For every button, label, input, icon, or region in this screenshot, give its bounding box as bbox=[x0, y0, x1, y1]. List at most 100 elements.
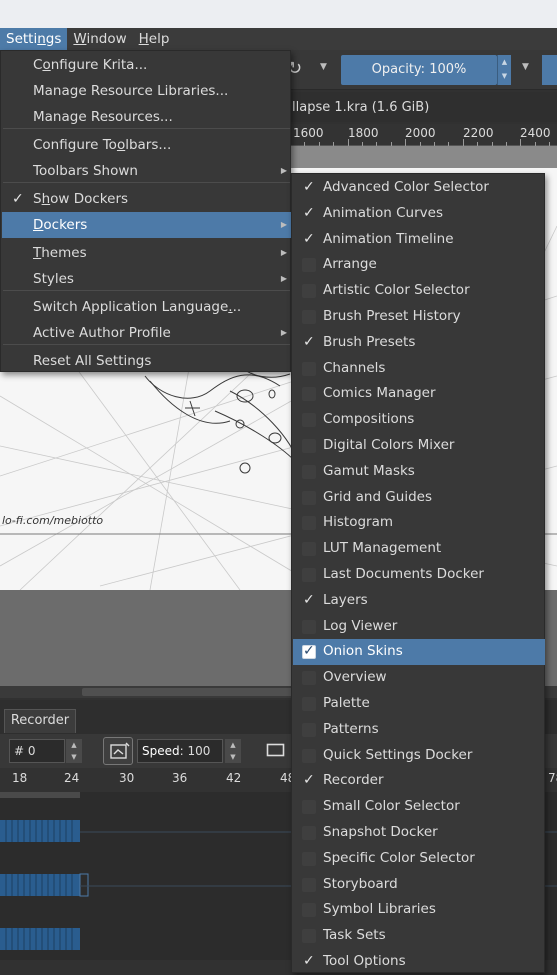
checkbox-icon bbox=[302, 439, 316, 453]
checkbox-icon bbox=[302, 619, 316, 634]
checkmark-icon: ✓ bbox=[303, 179, 315, 195]
menu-item-label: Snapshot Docker bbox=[323, 824, 438, 840]
menubar: Settings Window Help bbox=[0, 28, 557, 50]
settings-menu-item-active-author-profile[interactable]: Active Author Profile ▶ bbox=[2, 320, 291, 346]
dockers-menu-item-quick-settings-docker[interactable]: Quick Settings Docker bbox=[293, 743, 545, 769]
opacity-spinner[interactable]: ▲ ▼ bbox=[497, 55, 511, 85]
dockers-menu-item-lut-management[interactable]: LUT Management bbox=[293, 536, 545, 562]
ruler-tick bbox=[348, 139, 349, 146]
loop-button[interactable] bbox=[103, 737, 133, 765]
dockers-menu-item-storyboard[interactable]: Storyboard bbox=[293, 872, 545, 898]
frame-spinner[interactable]: ▲ ▼ bbox=[66, 739, 82, 763]
size-slider[interactable] bbox=[542, 55, 557, 85]
checkbox-icon bbox=[302, 826, 316, 840]
dockers-menu-item-small-color-selector[interactable]: Small Color Selector bbox=[293, 794, 545, 820]
settings-menu-item-show-dockers[interactable]: ✓ Show Dockers bbox=[2, 186, 291, 212]
checkbox-icon bbox=[302, 877, 316, 892]
submenu-arrow-icon: ▶ bbox=[280, 328, 287, 337]
dockers-menu-item-specific-color-selector[interactable]: Specific Color Selector bbox=[293, 846, 545, 872]
menu-item-label: Recorder bbox=[323, 772, 384, 789]
menu-item-label: Toolbars Shown bbox=[33, 163, 138, 179]
dockers-menu-item-advanced-color-selector[interactable]: ✓ Advanced Color Selector bbox=[293, 175, 545, 201]
menu-help[interactable]: Help bbox=[133, 28, 176, 50]
screen-top-strip bbox=[0, 0, 557, 28]
settings-menu-item-dockers[interactable]: Dockers ▶ bbox=[2, 212, 291, 238]
dockers-menu-item-palette[interactable]: Palette bbox=[293, 691, 545, 717]
menu-item-label: Layers bbox=[323, 591, 368, 608]
dockers-menu-item-channels[interactable]: Channels bbox=[293, 356, 545, 382]
checkmark-icon: ✓ bbox=[303, 333, 315, 350]
dockers-menu-item-digital-colors-mixer[interactable]: Digital Colors Mixer bbox=[293, 433, 545, 459]
settings-menu-item-themes[interactable]: Themes ▶ bbox=[2, 240, 291, 266]
dockers-menu-item-brush-presets[interactable]: ✓ Brush Presets bbox=[293, 330, 545, 356]
submenu-arrow-icon: ▶ bbox=[280, 274, 287, 283]
menu-item-label: Manage Resource Libraries... bbox=[33, 83, 229, 99]
scrollbar-thumb[interactable] bbox=[82, 688, 302, 696]
dockers-menu-item-recorder[interactable]: ✓ Recorder bbox=[293, 768, 545, 794]
dockers-menu-item-snapshot-docker[interactable]: Snapshot Docker bbox=[293, 820, 545, 846]
dockers-menu-item-artistic-color-selector[interactable]: Artistic Color Selector bbox=[293, 278, 545, 304]
checkmark-icon: ✓ bbox=[303, 230, 315, 247]
dockers-menu-item-brush-preset-history[interactable]: Brush Preset History bbox=[293, 304, 545, 330]
dockers-menu-item-symbol-libraries[interactable]: Symbol Libraries bbox=[293, 897, 545, 923]
menu-item-label: Histogram bbox=[323, 514, 394, 531]
menu-item-label: Last Documents Docker bbox=[323, 566, 484, 582]
dockers-menu-item-compositions[interactable]: Compositions bbox=[293, 407, 545, 433]
menu-item-label: Styles bbox=[33, 271, 74, 287]
dockers-menu-item-patterns[interactable]: Patterns bbox=[293, 717, 545, 743]
menu-window[interactable]: Window bbox=[67, 28, 132, 50]
dockers-menu-item-histogram[interactable]: Histogram bbox=[293, 510, 545, 536]
checkmark-icon: ✓ bbox=[303, 772, 315, 789]
tab-recorder[interactable]: Recorder bbox=[4, 709, 76, 733]
menu-item-label: Advanced Color Selector bbox=[323, 179, 489, 195]
dockers-menu-item-gamut-masks[interactable]: Gamut Masks bbox=[293, 459, 545, 485]
menu-item-label: Brush Presets bbox=[323, 333, 416, 350]
menu-settings[interactable]: Settings bbox=[0, 28, 68, 50]
menu-item-label: Comics Manager bbox=[323, 385, 436, 402]
dockers-menu-item-task-sets[interactable]: Task Sets bbox=[293, 923, 545, 949]
dockers-menu-item-animation-timeline[interactable]: ✓ Animation Timeline bbox=[293, 227, 545, 253]
dockers-menu-item-last-documents-docker[interactable]: Last Documents Docker bbox=[293, 562, 545, 588]
settings-menu-item-configure-krita[interactable]: Configure Krita... bbox=[2, 52, 291, 78]
settings-menu-item-reset-all-settings[interactable]: Reset All Settings bbox=[2, 348, 291, 374]
settings-menu-item-manage-resources[interactable]: Manage Resources... bbox=[2, 104, 291, 130]
dockers-menu-item-tool-options[interactable]: ✓ Tool Options bbox=[293, 949, 545, 975]
dockers-menu-item-log-viewer[interactable]: Log Viewer bbox=[293, 614, 545, 640]
frame-rect-icon[interactable] bbox=[266, 742, 285, 758]
settings-menu-item-manage-resource-libraries[interactable]: Manage Resource Libraries... bbox=[2, 78, 291, 104]
speed-slider[interactable]: Speed: 100 % bbox=[137, 739, 223, 763]
chevron-down-icon[interactable]: ▼ bbox=[522, 62, 529, 72]
menu-item-label: Specific Color Selector bbox=[323, 849, 475, 866]
settings-menu-item-configure-toolbars[interactable]: Configure Toolbars... bbox=[2, 132, 291, 158]
dockers-menu-item-comics-manager[interactable]: Comics Manager bbox=[293, 381, 545, 407]
ruler-label: 1600 bbox=[293, 126, 324, 140]
checkbox-icon bbox=[302, 516, 316, 531]
menu-item-label: Tool Options bbox=[323, 953, 406, 969]
settings-menu-item-toolbars-shown[interactable]: Toolbars Shown ▶ bbox=[2, 158, 291, 184]
settings-menu-item-switch-application-language[interactable]: Switch Application Language... bbox=[2, 294, 291, 320]
menu-item-label: Active Author Profile bbox=[33, 325, 171, 341]
dockers-menu-item-arrange[interactable]: Arrange bbox=[293, 252, 545, 278]
dockers-menu-item-layers[interactable]: ✓ Layers bbox=[293, 588, 545, 614]
checkbox-icon bbox=[302, 464, 316, 479]
dockers-menu-item-animation-curves[interactable]: ✓ Animation Curves bbox=[293, 201, 545, 227]
dockers-menu-item-grid-and-guides[interactable]: Grid and Guides bbox=[293, 485, 545, 511]
frame-number-label: 30 bbox=[119, 771, 135, 785]
dockers-menu-item-overview[interactable]: Overview bbox=[293, 665, 545, 691]
document-tab[interactable]: llapse 1.kra (1.6 GiB) bbox=[292, 100, 429, 115]
ruler-label: 1800 bbox=[348, 126, 379, 140]
ruler-label: 2400 bbox=[520, 126, 551, 140]
menu-item-label: Quick Settings Docker bbox=[323, 746, 473, 763]
frame-number-label: 24 bbox=[64, 771, 80, 785]
checkbox-icon bbox=[302, 361, 316, 376]
menu-item-label: Gamut Masks bbox=[323, 462, 415, 479]
settings-menu-item-styles[interactable]: Styles ▶ bbox=[2, 266, 291, 292]
chevron-down-icon[interactable]: ▼ bbox=[320, 62, 327, 72]
menu-item-label: Patterns bbox=[323, 720, 379, 737]
speed-spinner[interactable]: ▲ ▼ bbox=[225, 739, 241, 763]
dockers-menu-item-onion-skins[interactable]: ✓ Onion Skins bbox=[293, 639, 545, 666]
opacity-slider[interactable]: Opacity: 100% bbox=[341, 55, 497, 85]
frame-number-label: 42 bbox=[226, 771, 242, 785]
frame-number-input[interactable]: # 0 bbox=[9, 739, 65, 763]
menu-item-label: Channels bbox=[323, 359, 386, 376]
